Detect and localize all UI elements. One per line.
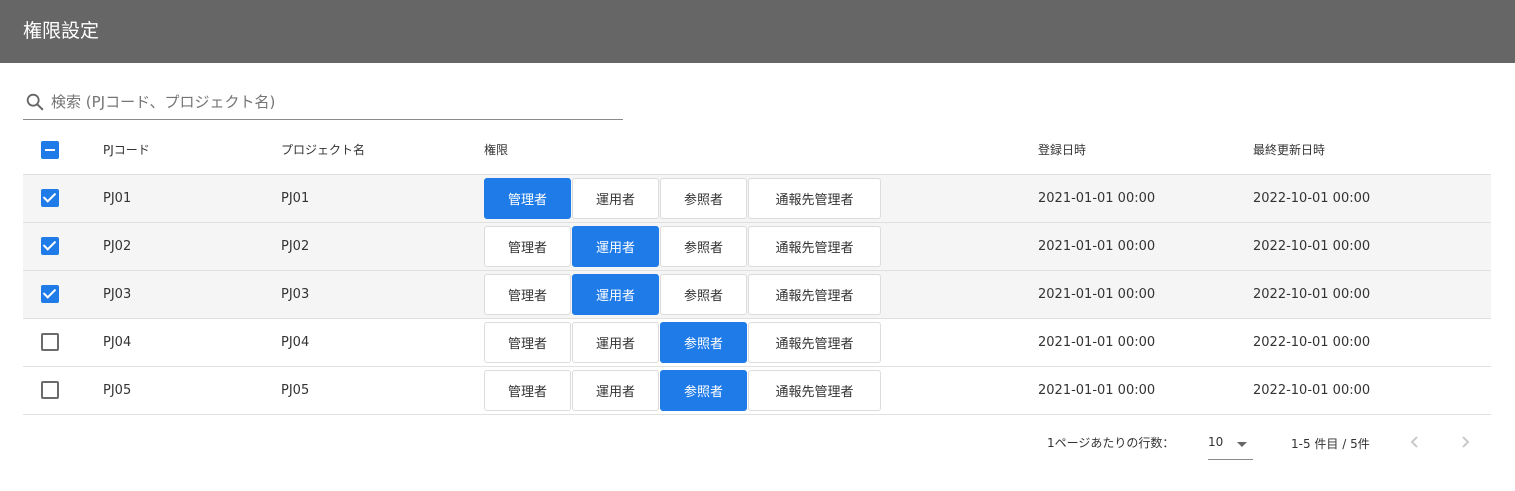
permission-toggle-group: 管理者 運用者 参照者 通報先管理者 [484, 322, 882, 363]
cell-updated: 2022-10-01 00:00 [1253, 239, 1371, 254]
permission-viewer-button[interactable]: 参照者 [660, 178, 747, 219]
row-checkbox[interactable] [41, 189, 59, 207]
permission-operator-button[interactable]: 運用者 [572, 322, 659, 363]
permission-admin-button[interactable]: 管理者 [484, 178, 571, 219]
permission-viewer-button[interactable]: 参照者 [660, 370, 747, 411]
permission-toggle-group: 管理者 運用者 参照者 通報先管理者 [484, 370, 882, 411]
cell-updated: 2022-10-01 00:00 [1253, 287, 1371, 302]
table-row: PJ01 PJ01 管理者 運用者 参照者 通報先管理者 2021-01-01 00:00 2… [23, 175, 1491, 223]
permission-operator-button[interactable]: 運用者 [572, 274, 659, 315]
app-header: 権限設定 [0, 0, 1515, 63]
permission-notify-admin-button[interactable]: 通報先管理者 [748, 178, 881, 219]
caret-down-icon [1237, 442, 1247, 447]
cell-name: PJ03 [281, 287, 310, 302]
permission-toggle-group: 管理者 運用者 参照者 通報先管理者 [484, 274, 882, 315]
permission-viewer-button[interactable]: 参照者 [660, 322, 747, 363]
cell-updated: 2022-10-01 00:00 [1253, 335, 1371, 350]
permission-operator-button[interactable]: 運用者 [572, 178, 659, 219]
chevron-left-icon[interactable] [1403, 430, 1427, 454]
cell-registered: 2021-01-01 00:00 [1038, 191, 1156, 206]
search-input[interactable] [51, 88, 611, 116]
permission-operator-button[interactable]: 運用者 [572, 226, 659, 267]
cell-updated: 2022-10-01 00:00 [1253, 383, 1371, 398]
column-header-updated: 最終更新日時 [1253, 143, 1326, 157]
permission-notify-admin-button[interactable]: 通報先管理者 [748, 226, 881, 267]
permission-admin-button[interactable]: 管理者 [484, 370, 571, 411]
cell-code: PJ02 [103, 239, 132, 254]
page-range-label: 1-5 件目 / 5件 [1291, 437, 1370, 451]
page-title: 権限設定 [23, 20, 100, 42]
table-body: PJ01 PJ01 管理者 運用者 参照者 通報先管理者 2021-01-01 00:00 2… [23, 175, 1491, 415]
column-header-permission: 権限 [484, 143, 509, 157]
table-header-row: PJコード プロジェクト名 権限 登録日時 最終更新日時 [23, 126, 1491, 175]
chevron-right-icon[interactable] [1453, 430, 1477, 454]
select-all-checkbox[interactable] [41, 141, 59, 159]
table-row: PJ03 PJ03 管理者 運用者 参照者 通報先管理者 2021-01-01 00:00 2… [23, 271, 1491, 319]
permission-toggle-group: 管理者 運用者 参照者 通報先管理者 [484, 226, 882, 267]
cell-name: PJ04 [281, 335, 310, 350]
column-header-code: PJコード [103, 143, 150, 157]
row-checkbox[interactable] [41, 381, 59, 399]
row-checkbox[interactable] [41, 237, 59, 255]
column-header-registered: 登録日時 [1038, 143, 1087, 157]
column-header-name: プロジェクト名 [281, 143, 366, 157]
cell-code: PJ03 [103, 287, 132, 302]
permission-toggle-group: 管理者 運用者 参照者 通報先管理者 [484, 178, 882, 219]
rows-per-page-value: 10 [1208, 435, 1224, 449]
pagination: 1ページあたりの行数： 10 1-5 件目 / 5件 [0, 416, 1515, 476]
cell-name: PJ02 [281, 239, 310, 254]
table-row: PJ05 PJ05 管理者 運用者 参照者 通報先管理者 2021-01-01 00:00 2… [23, 367, 1491, 415]
row-checkbox[interactable] [41, 285, 59, 303]
table-row: PJ02 PJ02 管理者 運用者 参照者 通報先管理者 2021-01-01 00:00 2… [23, 223, 1491, 271]
permissions-table: PJコード プロジェクト名 権限 登録日時 最終更新日時 PJ01 PJ01 管理者… [23, 126, 1491, 415]
search-bar [23, 86, 623, 120]
cell-name: PJ01 [281, 191, 310, 206]
permission-notify-admin-button[interactable]: 通報先管理者 [748, 322, 881, 363]
rows-per-page-label: 1ページあたりの行数： [1047, 436, 1175, 450]
permission-operator-button[interactable]: 運用者 [572, 370, 659, 411]
cell-registered: 2021-01-01 00:00 [1038, 383, 1156, 398]
permission-viewer-button[interactable]: 参照者 [660, 274, 747, 315]
cell-registered: 2021-01-01 00:00 [1038, 335, 1156, 350]
permission-notify-admin-button[interactable]: 通報先管理者 [748, 370, 881, 411]
cell-code: PJ04 [103, 335, 132, 350]
permission-viewer-button[interactable]: 参照者 [660, 226, 747, 267]
cell-registered: 2021-01-01 00:00 [1038, 287, 1156, 302]
search-icon [26, 93, 44, 111]
permission-admin-button[interactable]: 管理者 [484, 274, 571, 315]
permission-admin-button[interactable]: 管理者 [484, 322, 571, 363]
cell-registered: 2021-01-01 00:00 [1038, 239, 1156, 254]
cell-code: PJ05 [103, 383, 132, 398]
rows-per-page-select[interactable]: 10 [1208, 429, 1253, 460]
cell-name: PJ05 [281, 383, 310, 398]
permission-admin-button[interactable]: 管理者 [484, 226, 571, 267]
cell-updated: 2022-10-01 00:00 [1253, 191, 1371, 206]
row-checkbox[interactable] [41, 333, 59, 351]
cell-code: PJ01 [103, 191, 132, 206]
table-row: PJ04 PJ04 管理者 運用者 参照者 通報先管理者 2021-01-01 00:00 2… [23, 319, 1491, 367]
permission-notify-admin-button[interactable]: 通報先管理者 [748, 274, 881, 315]
